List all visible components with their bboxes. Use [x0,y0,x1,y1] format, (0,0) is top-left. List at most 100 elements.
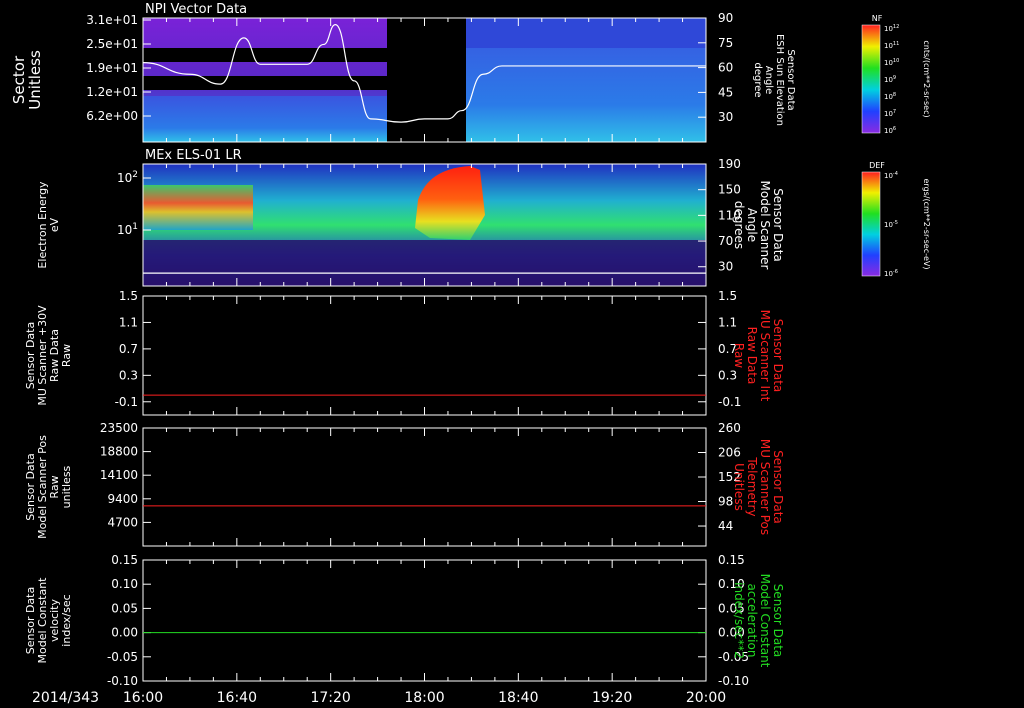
left-tick-label: -0.10 [107,674,138,688]
right-axis-title: Model Constant [758,574,772,668]
left-tick-label: 4700 [107,515,138,529]
left-tick-label: 1.1 [119,315,138,329]
right-tick-label: -0.1 [718,395,741,409]
time-axis-label: 20:00 [686,690,726,706]
right-axis-title: Sensor Data [771,188,785,262]
right-axis-title: Sensor Data [771,319,785,393]
time-axis-label: 16:00 [123,690,163,706]
colorbar-gradient [861,24,881,134]
colorbar-tick-label: 1010 [884,58,899,67]
panel-5: 0.150.100.050.00-0.05-0.100.150.100.050.… [24,553,785,688]
left-tick-label: 18800 [100,445,138,459]
right-tick-label: 75 [718,36,733,50]
left-tick-label: 3.1e+01 [86,13,138,27]
left-tick-label: 2.5e+01 [86,37,138,51]
right-axis-title: Angle [745,208,759,242]
panel-2-spectrogram [143,164,706,286]
time-axis-label: 18:40 [498,690,538,706]
left-axis-title: unitless [60,465,73,508]
right-tick-label: -0.10 [718,674,749,688]
right-tick-label: 206 [718,446,741,460]
right-axis-title: ESH Sun Elevation [774,34,785,126]
colorbar-unit: ergs/(cm**2-sr-sec-eV) [922,178,931,269]
left-tick-label: 1.5 [119,289,138,303]
colorbar-unit: cnts/(cm**2-sr-sec) [922,40,931,117]
right-tick-label: 30 [718,260,733,274]
left-tick-label: -0.05 [107,650,138,664]
left-tick-label: 1.9e+01 [86,61,138,75]
left-axis-title: eV [48,217,61,232]
right-tick-label: 0.15 [718,553,745,567]
right-axis-title: MU Scanner Int [758,310,772,402]
panel-frame [142,559,707,682]
right-tick-label: 30 [718,110,733,124]
panel-title: MEx ELS-01 LR [145,148,242,163]
colorbar-tick-label: 1011 [884,41,899,50]
right-tick-label: 0.3 [718,368,737,382]
right-axis-title: degrees [732,201,746,249]
time-axis-label: 18:00 [404,690,444,706]
left-tick-label: 0.05 [111,601,138,615]
colorbar-1: NF1012 1011 1010 109 108 107 106 cnts/(cm**2-sr… [861,14,931,135]
right-tick-label: 150 [718,183,741,197]
right-axis-title: Sensor Data [771,450,785,524]
panel-1-spectrogram [143,18,706,142]
colorbar-2: DEF10-4 10-5 10-6 ergs/(cm**2-sr-sec-eV) [861,161,931,278]
right-tick-label: 98 [718,495,733,509]
right-axis-title: degree [752,62,763,97]
right-axis-title: MU Scanner Pos [758,439,772,535]
left-tick-label: 0.3 [119,368,138,382]
colorbar-tick-label: 10-4 [884,171,898,180]
left-tick-label: 0.10 [111,577,138,591]
colorbar-gradient [861,171,881,277]
left-tick-label: 101 [117,222,138,237]
right-tick-label: 190 [718,157,741,171]
left-axis-title: Raw [60,344,73,367]
right-tick-label: 45 [718,85,733,99]
colorbar-tick-label: 10-6 [884,269,898,278]
right-axis-title: Telemetry [745,456,759,516]
right-axis-title: Unitless [732,463,746,511]
colorbar-tick-label: 1012 [884,24,899,33]
time-axis-label: 17:20 [310,690,350,706]
left-axis-title: Unitless [26,50,44,110]
left-tick-label: 102 [117,170,138,185]
right-tick-label: 1.1 [718,315,737,329]
left-tick-label: 0.15 [111,553,138,567]
left-tick-label: 0.00 [111,626,138,640]
multi-panel-plot: NPI Vector Data 3.1e+01 2.5e+01 1.9e+01 1.2e… [10,2,931,706]
left-tick-label: -0.1 [115,395,138,409]
colorbar-title: NF [872,14,883,23]
right-axis-title: Raw [732,343,746,368]
time-axis-label: 19:20 [592,690,632,706]
time-axis-label: 16:40 [217,690,257,706]
right-axis-title: Sensor Data [785,49,796,110]
colorbar-tick-label: 107 [884,109,896,118]
colorbar-tick-label: 108 [884,92,896,101]
panel-title: NPI Vector Data [145,2,247,17]
right-axis-title: Angle [763,66,774,94]
right-tick-label: 60 [718,61,733,75]
colorbar-tick-label: 106 [884,126,896,135]
date-label: 2014/343 [32,690,99,706]
left-tick-label: 14100 [100,468,138,482]
right-tick-label: 70 [718,234,733,248]
right-tick-label: 90 [718,11,733,25]
panel-3: 1.51.10.70.3-0.11.51.10.70.3-0.1Sensor D… [24,289,785,416]
right-axis-title: index/sec**2 [732,582,746,659]
panel-frame [142,295,707,416]
panel-4: 235001880014100940047002602061529844Sens… [24,421,785,547]
left-tick-label: 1.2e+01 [86,85,138,99]
right-tick-label: 44 [718,519,733,533]
right-axis-title: Raw Data [745,327,759,385]
right-tick-label: 1.5 [718,289,737,303]
colorbar-tick-label: 109 [884,75,896,84]
colorbar-tick-label: 10-5 [884,220,898,229]
left-tick-label: 9400 [107,492,138,506]
right-tick-label: 260 [718,421,741,435]
right-axis-title: Model Scanner [758,181,772,270]
left-tick-label: 6.2e+00 [86,109,138,123]
left-tick-label: 0.7 [119,342,138,356]
colorbar-title: DEF [869,161,885,170]
left-tick-label: 23500 [100,421,138,435]
